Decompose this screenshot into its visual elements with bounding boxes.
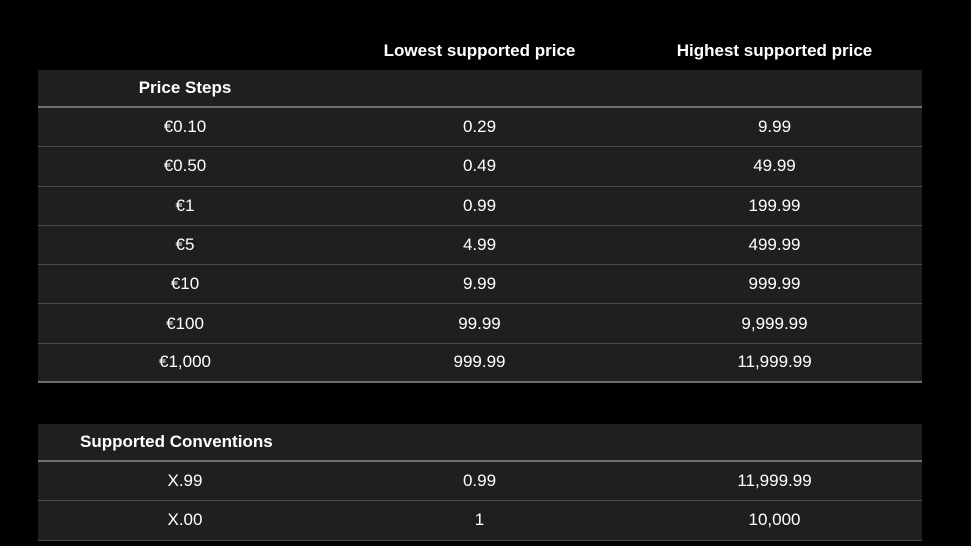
table-row: €5 4.99 499.99 bbox=[38, 226, 922, 266]
table-row: €1,000 999.99 11,999.99 bbox=[38, 344, 922, 384]
lowest-cell: 999.99 bbox=[453, 352, 506, 372]
highest-cell: 9.99 bbox=[757, 117, 792, 137]
price-steps-table: Price Steps €0.10 0.29 9.99 €0.50 0.49 4… bbox=[38, 70, 922, 384]
step-cell: €0.50 bbox=[163, 156, 207, 176]
highest-cell: 11,999.99 bbox=[737, 352, 812, 372]
lowest-cell: 0.49 bbox=[462, 156, 497, 176]
highest-cell: 499.99 bbox=[748, 235, 801, 255]
step-cell: €1,000 bbox=[159, 352, 211, 372]
step-cell: €10 bbox=[170, 274, 200, 294]
table-row: €0.50 0.49 49.99 bbox=[38, 147, 922, 187]
lowest-cell: 4.99 bbox=[462, 235, 497, 255]
table-row: X.99 0.99 11,999.99 bbox=[38, 462, 922, 502]
step-cell: €5 bbox=[175, 235, 195, 255]
table-row: X.00 1 10,000 bbox=[38, 501, 922, 541]
column-headers: Lowest supported price Highest supported… bbox=[332, 37, 922, 65]
convention-cell: X.00 bbox=[167, 510, 203, 530]
lowest-cell: 1 bbox=[474, 510, 485, 530]
highest-cell: 999.99 bbox=[748, 274, 801, 294]
highest-cell: 11,999.99 bbox=[737, 471, 812, 491]
highest-cell: 49.99 bbox=[753, 156, 796, 176]
price-steps-header: Price Steps bbox=[38, 70, 922, 108]
table-row: €10 9.99 999.99 bbox=[38, 265, 922, 305]
lowest-cell: 0.99 bbox=[462, 471, 497, 491]
table-row: €0.10 0.29 9.99 bbox=[38, 108, 922, 148]
lowest-cell: 0.99 bbox=[462, 195, 497, 215]
lowest-cell: 9.99 bbox=[462, 274, 497, 294]
table-row: €1 0.99 199.99 bbox=[38, 187, 922, 226]
step-cell: €1 bbox=[175, 195, 195, 215]
step-cell: €0.10 bbox=[163, 117, 207, 137]
step-cell: €100 bbox=[166, 313, 204, 333]
supported-conventions-title: Supported Conventions bbox=[80, 432, 273, 451]
lowest-cell: 99.99 bbox=[458, 313, 501, 333]
highest-cell: 10,000 bbox=[748, 510, 801, 530]
price-steps-title: Price Steps bbox=[138, 78, 232, 97]
highest-cell: 199.99 bbox=[748, 195, 801, 215]
column-header-lowest: Lowest supported price bbox=[383, 41, 576, 60]
column-header-highest: Highest supported price bbox=[676, 41, 873, 60]
convention-cell: X.99 bbox=[167, 471, 203, 491]
lowest-cell: 0.29 bbox=[462, 117, 497, 137]
table-row: €100 99.99 9,999.99 bbox=[38, 304, 922, 344]
supported-conventions-table: Supported Conventions X.99 0.99 11,999.9… bbox=[38, 424, 922, 541]
supported-conventions-header: Supported Conventions bbox=[38, 424, 922, 462]
highest-cell: 9,999.99 bbox=[741, 313, 808, 333]
